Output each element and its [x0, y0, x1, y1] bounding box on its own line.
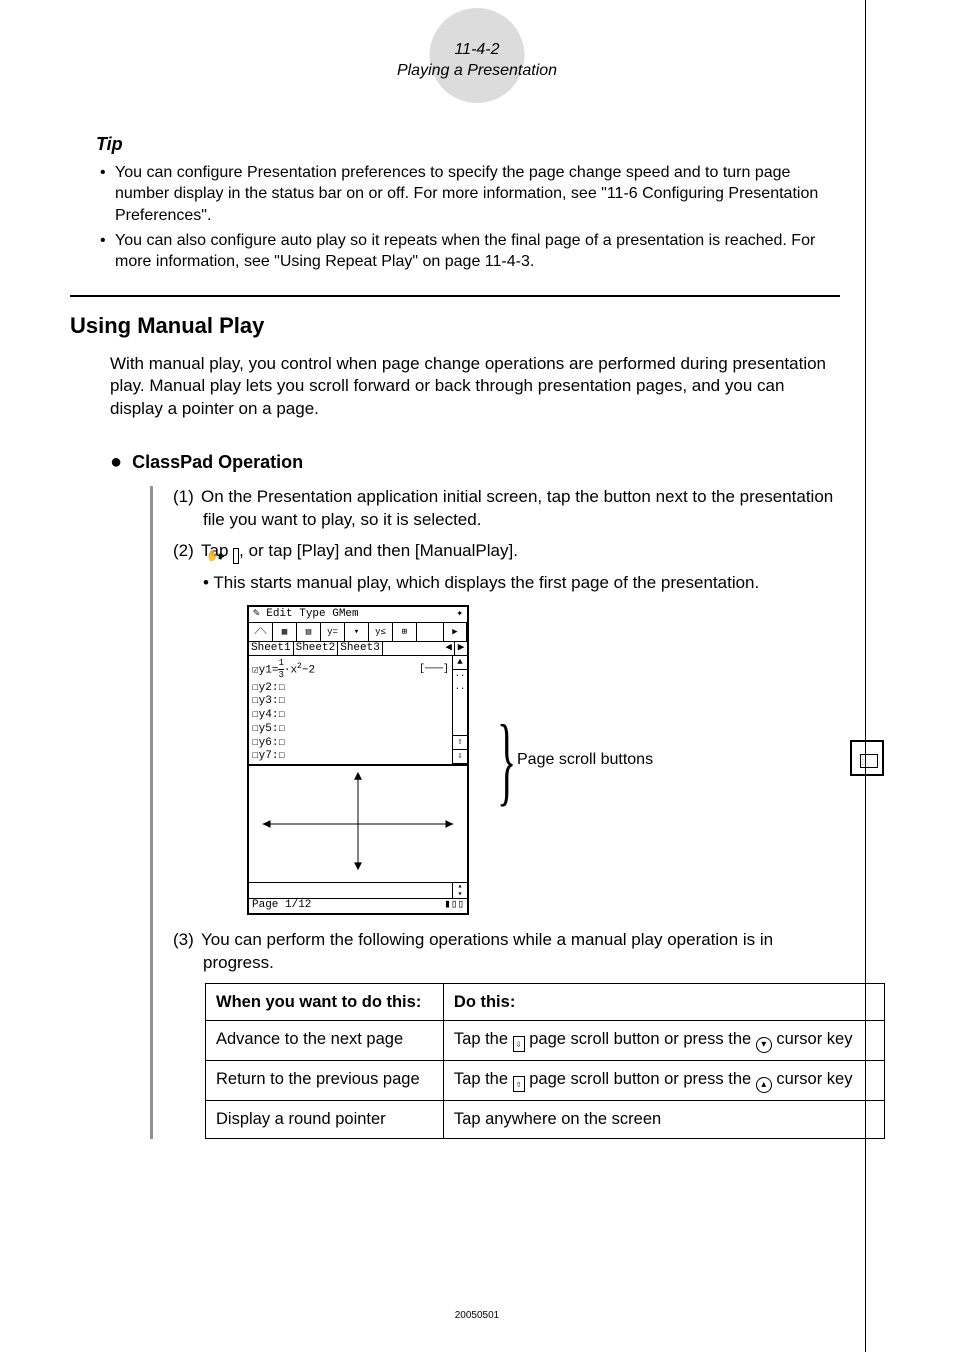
step-sub-bullet: • This starts manual play, which display…	[203, 572, 840, 595]
tip-label: Tip	[96, 132, 840, 156]
page-scroll-up-icon: ⇧	[453, 736, 467, 750]
operations-table: When you want to do this: Do this: Advan…	[205, 983, 885, 1139]
calculator-sidebar-icon: ::::	[850, 740, 884, 776]
cursor-up-icon: ▴	[756, 1077, 772, 1093]
screenshot-tabs: Sheet1 Sheet2 Sheet3 ◀▶	[249, 642, 467, 656]
section-heading: Using Manual Play	[70, 311, 840, 341]
calculator-screenshot: ✎ Edit Type GMem ✦ ⟋⟍▦▤y=▾y≤⊞▶ Sheet1 Sh…	[247, 605, 469, 915]
step-text: You can perform the following operations…	[201, 930, 773, 972]
page-header-title: Playing a Presentation	[397, 62, 557, 79]
step-number: (3)	[173, 929, 201, 952]
tip-block: Tip You can configure Presentation prefe…	[100, 132, 840, 273]
screenshot-function-list: ☑y1=13·x2−2 [───] ☐y2:☐ ☐y3:☐ ☐y4:☐ ☐y5:…	[249, 656, 453, 764]
tip-item: You can configure Presentation preferenc…	[100, 162, 840, 227]
table-header: Do this:	[443, 984, 884, 1021]
table-header: When you want to do this:	[206, 984, 444, 1021]
screenshot-footer-input: ▴▾	[249, 882, 467, 898]
scroll-down-icon: ⇩	[513, 1036, 525, 1052]
operation-steps: (1)On the Presentation application initi…	[150, 486, 840, 1138]
step-number: (1)	[173, 486, 201, 509]
scroll-up-icon: ⇧	[513, 1076, 525, 1092]
screenshot-menubar-right: ✦	[456, 609, 463, 620]
cursor-down-icon: ▾	[756, 1037, 772, 1053]
battery-icon: ▮▯▯	[444, 900, 464, 911]
table-row: Return to the previous page Tap the ⇧ pa…	[206, 1061, 885, 1101]
page-ref: 11-4-2	[454, 41, 499, 58]
screenshot-menubar: ✎ Edit Type GMem	[253, 609, 359, 620]
section-divider	[70, 295, 840, 297]
screenshot-status-bar: Page 1/12 ▮▯▯	[249, 898, 467, 913]
step-text-part: , or tap [Play] and then [ManualPlay].	[239, 541, 518, 560]
page-right-rule	[865, 0, 866, 1352]
page-scroll-down-icon: ⇩	[453, 750, 467, 764]
page-header-badge: 11-4-2 Playing a Presentation	[70, 30, 884, 82]
step-text: On the Presentation application initial …	[201, 487, 833, 529]
table-row: Display a round pointer Tap anywhere on …	[206, 1101, 885, 1138]
table-row: Advance to the next page Tap the ⇩ page …	[206, 1021, 885, 1061]
step-number: (2)	[173, 540, 201, 563]
section-intro: With manual play, you control when page …	[110, 353, 840, 422]
page-scroll-callout: } Page scroll buttons	[497, 737, 653, 783]
screenshot-graph-pane	[249, 764, 467, 882]
screenshot-toolbar: ⟋⟍▦▤y=▾y≤⊞▶	[249, 623, 467, 642]
operation-heading: ● ClassPad Operation	[110, 449, 840, 476]
screenshot-scroll-buttons: ▲ ···· ⇧ ⇩	[453, 656, 467, 764]
tip-item: You can also configure auto play so it r…	[100, 230, 840, 273]
footer-code: 20050501	[0, 1309, 954, 1323]
